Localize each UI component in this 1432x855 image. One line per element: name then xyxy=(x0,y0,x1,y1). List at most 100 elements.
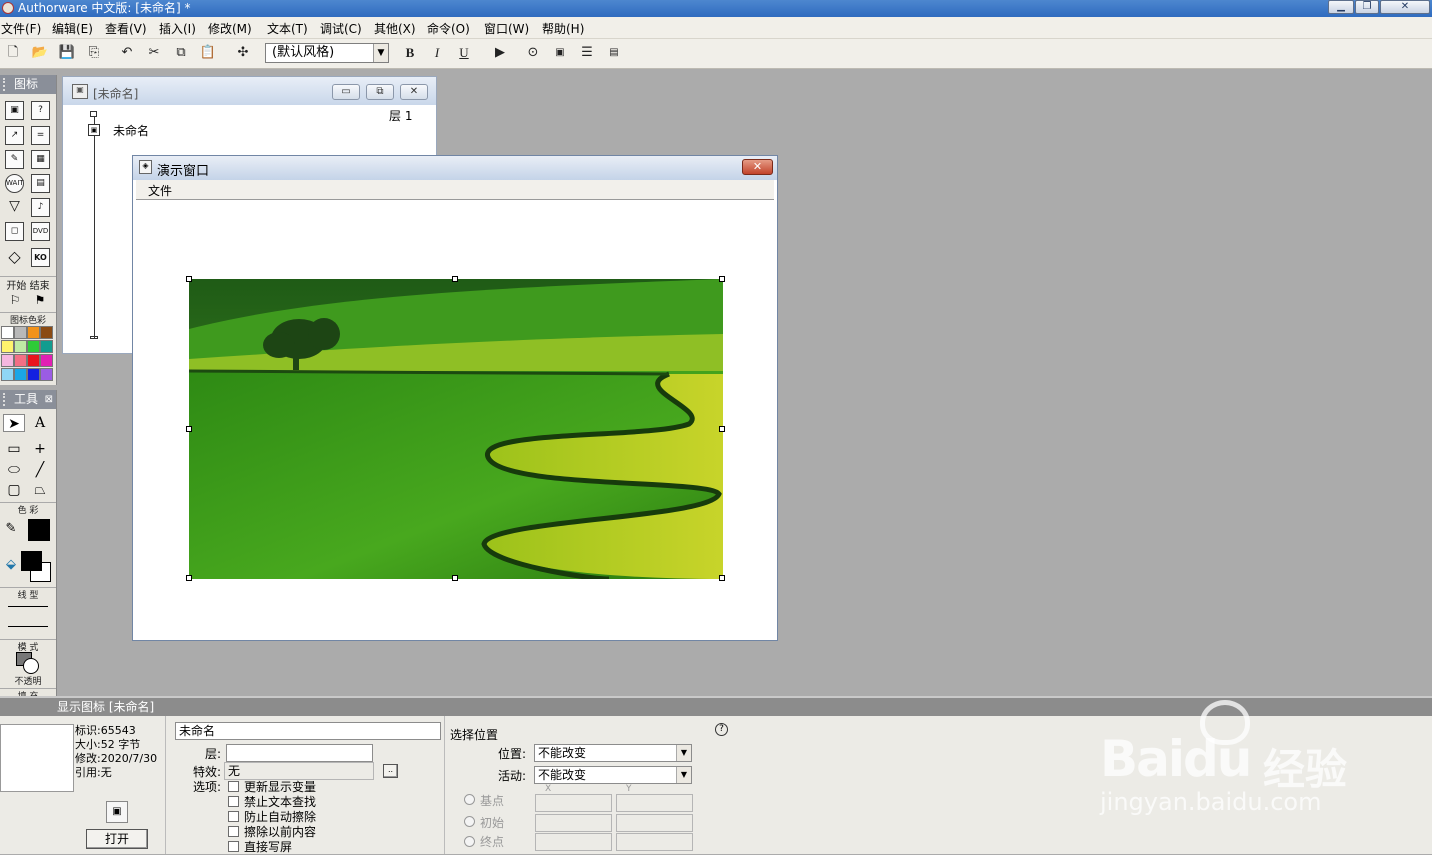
option-checkbox[interactable] xyxy=(228,841,239,852)
base-x-field[interactable] xyxy=(535,794,612,812)
paint-bucket-icon[interactable]: ⬙ xyxy=(0,556,22,574)
copy-icon[interactable]: ⧉ xyxy=(171,44,191,62)
erase-icon[interactable]: ✎ xyxy=(5,150,24,169)
new-file-icon[interactable]: 🗋 xyxy=(3,44,23,62)
menu-edit[interactable]: 编辑(E) xyxy=(52,20,93,37)
color-swatch-rose[interactable] xyxy=(14,354,27,367)
text-style-select[interactable]: (默认风格) ▼ xyxy=(265,43,389,63)
underline-button[interactable]: U xyxy=(454,44,474,62)
color-swatch-yellow[interactable] xyxy=(1,340,14,353)
color-swatch-blue[interactable] xyxy=(27,368,40,381)
menu-text[interactable]: 文本(T) xyxy=(267,20,308,37)
color-swatch-purple[interactable] xyxy=(40,368,53,381)
option-checkbox[interactable] xyxy=(228,826,239,837)
maximize-icon[interactable]: ⧉ xyxy=(366,84,394,100)
import-icon[interactable]: ⎘ xyxy=(84,44,104,62)
menu-modify[interactable]: 修改(M) xyxy=(208,20,252,37)
position-select[interactable]: 不能改变 ▼ xyxy=(534,744,692,762)
digital-movie-icon[interactable]: ▤ xyxy=(31,174,50,193)
stroke-color-swatch[interactable] xyxy=(28,519,50,541)
knowledge-object-icon[interactable]: KO xyxy=(31,248,50,267)
color-swatch-brown[interactable] xyxy=(40,326,53,339)
presentation-menu-file[interactable]: 文件 xyxy=(148,184,172,198)
control-panel-icon[interactable]: ⊙ xyxy=(523,44,543,62)
init-x-field[interactable] xyxy=(535,814,612,832)
map-icon[interactable]: ▦ xyxy=(31,150,50,169)
close-button[interactable]: ✕ xyxy=(1380,0,1430,14)
start-flag-icon[interactable]: ⚐ xyxy=(4,291,26,309)
landscape-image[interactable] xyxy=(189,279,723,579)
help-icon[interactable]: ? xyxy=(715,723,728,736)
undo-icon[interactable]: ↶ xyxy=(117,44,137,62)
line-tool-icon[interactable]: + xyxy=(29,440,51,458)
paste-icon[interactable]: 📋 xyxy=(198,44,218,62)
bold-button[interactable]: B xyxy=(400,44,420,62)
menu-other[interactable]: 其他(X) xyxy=(374,20,416,37)
color-swatch-teal[interactable] xyxy=(40,340,53,353)
rounded-rectangle-tool-icon[interactable]: ▢ xyxy=(3,481,25,499)
close-icon[interactable]: ⊠ xyxy=(45,390,53,409)
resize-handle[interactable] xyxy=(719,575,725,581)
end-y-field[interactable] xyxy=(616,833,693,851)
end-radio[interactable] xyxy=(464,836,475,847)
pointer-tool-icon[interactable]: ➤ xyxy=(3,414,25,432)
menu-insert[interactable]: 插入(I) xyxy=(159,20,196,37)
menu-window[interactable]: 窗口(W) xyxy=(484,20,529,37)
save-all-icon[interactable]: 💾 xyxy=(57,44,77,62)
resize-handle[interactable] xyxy=(452,575,458,581)
color-swatch-pink[interactable] xyxy=(1,354,14,367)
init-radio[interactable] xyxy=(464,816,475,827)
color-swatch-gray[interactable] xyxy=(14,326,27,339)
line-style-arrow[interactable] xyxy=(8,626,48,627)
option-checkbox[interactable] xyxy=(228,781,239,792)
resize-handle[interactable] xyxy=(186,575,192,581)
option-checkbox[interactable] xyxy=(228,796,239,807)
resize-handle[interactable] xyxy=(719,426,725,432)
resize-handle[interactable] xyxy=(719,276,725,282)
navigate-icon[interactable]: ▽ xyxy=(5,198,24,217)
wait-icon[interactable]: WAIT xyxy=(5,174,24,193)
restore-button[interactable]: ❐ xyxy=(1355,0,1379,14)
calculation-icon[interactable]: = xyxy=(31,126,50,145)
italic-button[interactable]: I xyxy=(427,44,447,62)
color-swatch-sky[interactable] xyxy=(14,368,27,381)
layer-field[interactable] xyxy=(226,744,373,762)
resize-handle[interactable] xyxy=(186,276,192,282)
base-y-field[interactable] xyxy=(616,794,693,812)
color-swatch-white[interactable] xyxy=(1,326,14,339)
color-swatch-orange[interactable] xyxy=(27,326,40,339)
cut-icon[interactable]: ✂ xyxy=(144,44,164,62)
icon-name-field[interactable]: 未命名 xyxy=(175,722,441,740)
color-swatch-light-green[interactable] xyxy=(14,340,27,353)
find-icon[interactable]: ✣ xyxy=(233,44,253,62)
menu-debug[interactable]: 调试(C) xyxy=(320,20,362,37)
end-flag-icon[interactable]: ⚑ xyxy=(29,291,51,309)
open-button[interactable]: 打开 xyxy=(86,829,148,849)
pencil-icon[interactable]: ✎ xyxy=(0,520,22,538)
variables-icon[interactable]: ☰ xyxy=(577,44,597,62)
color-swatch-light-blue[interactable] xyxy=(1,368,14,381)
color-swatch-red[interactable] xyxy=(27,354,40,367)
effect-browse-button[interactable]: .. xyxy=(383,764,398,778)
flow-icon-label[interactable]: 未命名 xyxy=(113,122,149,139)
line-style-thin[interactable] xyxy=(8,606,48,607)
init-y-field[interactable] xyxy=(616,814,693,832)
resize-handle[interactable] xyxy=(186,426,192,432)
display-icon[interactable]: ▣ xyxy=(5,101,24,120)
polygon-tool-icon[interactable]: ⏢ xyxy=(29,481,51,499)
menu-file[interactable]: 文件(F) xyxy=(1,20,41,37)
minimize-button[interactable]: ▁ xyxy=(1328,0,1354,14)
menu-view[interactable]: 查看(V) xyxy=(105,20,147,37)
framework-icon[interactable]: ◻ xyxy=(5,222,24,241)
open-folder-icon[interactable]: 📂 xyxy=(30,44,50,62)
run-icon[interactable]: ▶ xyxy=(490,44,510,62)
option-checkbox[interactable] xyxy=(228,811,239,822)
motion-icon[interactable]: ↗ xyxy=(5,126,24,145)
base-radio[interactable] xyxy=(464,794,475,805)
close-button[interactable]: ✕ xyxy=(742,159,773,175)
menu-command[interactable]: 命令(O) xyxy=(427,20,470,37)
color-swatch-green[interactable] xyxy=(27,340,40,353)
ellipse-tool-icon[interactable]: ⬭ xyxy=(3,461,25,479)
sound-icon[interactable]: ♪ xyxy=(31,198,50,217)
display-icon[interactable]: ▣ xyxy=(88,124,100,136)
